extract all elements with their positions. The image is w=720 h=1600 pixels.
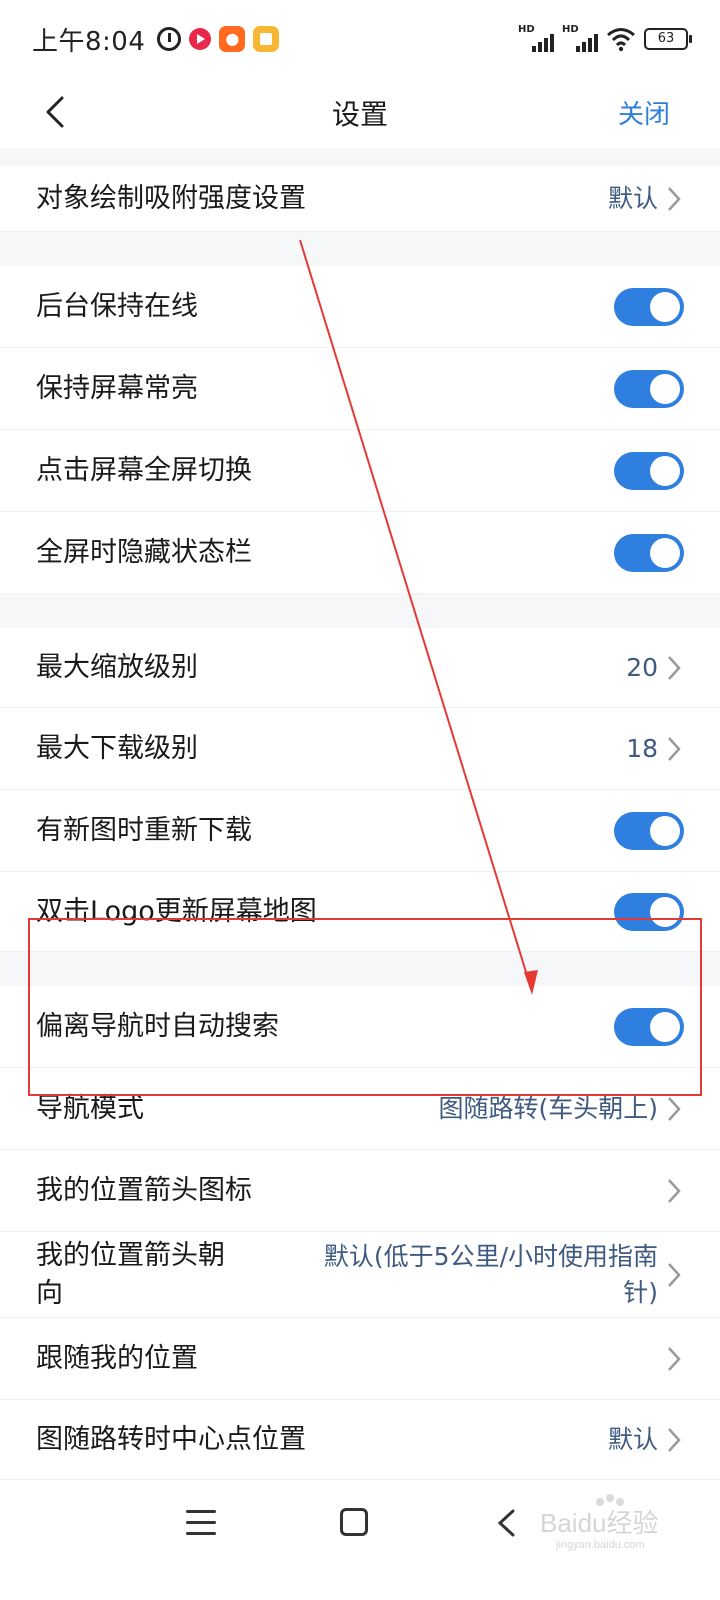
setting-row-center-point[interactable]: 图随路转时中心点位置 默认 — [0, 1400, 720, 1480]
chevron-right-icon — [668, 1427, 681, 1452]
notes-app-icon — [253, 26, 280, 52]
alarm-icon — [157, 27, 182, 51]
video-app-icon — [189, 28, 212, 50]
setting-label: 图随路转时中心点位置 — [36, 1423, 306, 1455]
setting-label: 后台保持在线 — [36, 290, 198, 322]
toggle-switch[interactable] — [614, 451, 684, 490]
toggle-switch[interactable] — [614, 287, 684, 326]
setting-row-tap-fullscreen: 点击屏幕全屏切换 — [0, 430, 720, 512]
section-gap — [0, 594, 720, 628]
svg-text:Baidu经验: Baidu经验 — [540, 1508, 659, 1538]
setting-label: 最大下载级别 — [36, 732, 198, 764]
setting-row-max-zoom[interactable]: 最大缩放级别 20 — [0, 628, 720, 708]
setting-label: 跟随我的位置 — [36, 1342, 198, 1374]
setting-label: 对象绘制吸附强度设置 — [36, 182, 306, 214]
menu-icon[interactable] — [186, 1510, 216, 1536]
toggle-switch[interactable] — [614, 811, 684, 850]
signal-icon: HD — [518, 24, 554, 52]
back-arrow-icon[interactable] — [36, 90, 80, 134]
svg-text:jingyan.baidu.com: jingyan.baidu.com — [555, 1539, 645, 1551]
kuaishou-app-icon: ● — [219, 26, 246, 52]
setting-value: 默认 — [607, 183, 658, 213]
setting-label: 最大缩放级别 — [36, 651, 198, 683]
setting-value: 默认 — [607, 1424, 658, 1454]
setting-label: 有新图时重新下载 — [36, 814, 252, 846]
system-nav-bar: Baidu经验 jingyan.baidu.com — [0, 1480, 720, 1600]
setting-row-arrow-icon[interactable]: 我的位置箭头图标 — [0, 1150, 720, 1232]
setting-row-screen-on: 保持屏幕常亮 — [0, 348, 720, 430]
chevron-right-icon — [668, 736, 681, 761]
setting-row-arrow-direction[interactable]: 我的位置箭头朝 向 默认(低于5公里/小时使用指南 针) — [0, 1232, 720, 1318]
chevron-right-icon — [668, 1096, 681, 1121]
setting-row-snap-strength[interactable]: 对象绘制吸附强度设置 默认 — [0, 166, 720, 232]
status-bar: 上午8:04 ● HD HD 63 — [0, 0, 720, 78]
section-gap — [0, 232, 720, 266]
setting-row-follow-location[interactable]: 跟随我的位置 — [0, 1318, 720, 1400]
baidu-watermark-logo: Baidu经验 jingyan.baidu.com — [540, 1494, 659, 1551]
status-time: 上午8:04 — [32, 26, 146, 57]
setting-row-redownload: 有新图时重新下载 — [0, 790, 720, 872]
wifi-icon — [607, 28, 635, 52]
chevron-right-icon — [668, 1346, 681, 1371]
chevron-right-icon — [668, 655, 681, 680]
home-icon[interactable] — [340, 1508, 368, 1536]
toggle-switch[interactable] — [614, 369, 684, 408]
chevron-right-icon — [668, 186, 681, 211]
section-gap — [0, 148, 720, 166]
header: 设置 关闭 — [0, 78, 720, 148]
chevron-right-icon — [668, 1178, 681, 1203]
chevron-right-icon — [668, 1262, 681, 1287]
setting-row-hide-statusbar: 全屏时隐藏状态栏 — [0, 512, 720, 594]
setting-value: 20 — [626, 652, 658, 682]
signal-icon-2: HD — [562, 24, 598, 52]
setting-row-background-online: 后台保持在线 — [0, 266, 720, 348]
battery-icon: 63 — [644, 28, 692, 50]
highlight-box — [28, 918, 702, 1096]
page-title: 设置 — [331, 98, 388, 131]
setting-label: 我的位置箭头图标 — [36, 1174, 252, 1206]
setting-label: 全屏时隐藏状态栏 — [36, 536, 252, 568]
close-button[interactable]: 关闭 — [618, 94, 670, 131]
setting-row-max-download[interactable]: 最大下载级别 18 — [0, 708, 720, 790]
setting-label: 保持屏幕常亮 — [36, 372, 198, 404]
setting-value: 18 — [626, 733, 658, 763]
toggle-switch[interactable] — [614, 533, 684, 572]
nav-back-icon[interactable] — [494, 1506, 518, 1540]
setting-value: 默认(低于5公里/小时使用指南 针) — [323, 1241, 658, 1307]
setting-label: 我的位置箭头朝 向 — [36, 1239, 225, 1309]
setting-label: 点击屏幕全屏切换 — [36, 454, 252, 486]
